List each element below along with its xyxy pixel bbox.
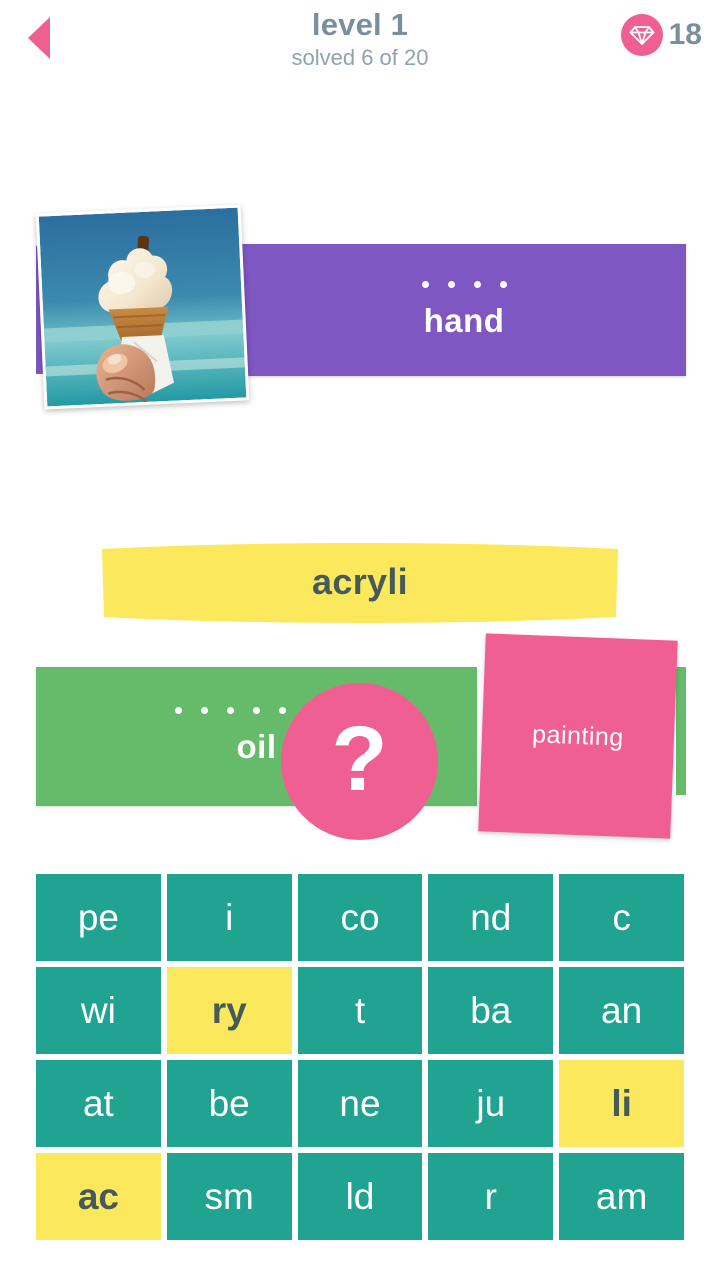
- syllable-tile[interactable]: ju: [428, 1060, 554, 1147]
- green-card-edge: [676, 667, 686, 795]
- syllable-tile[interactable]: ba: [428, 967, 554, 1054]
- header-title-block: level 1 solved 6 of 20: [0, 7, 720, 71]
- puzzle-row-hand: hand: [0, 100, 720, 410]
- dot: [447, 280, 455, 288]
- gem-icon: [620, 14, 663, 56]
- syllable-tile[interactable]: nd: [428, 874, 554, 961]
- syllable-tile[interactable]: an: [559, 967, 684, 1054]
- dot: [279, 707, 286, 714]
- syllable-tile[interactable]: pe: [36, 874, 161, 961]
- dot: [499, 280, 507, 288]
- page-title: level 1: [311, 7, 409, 42]
- puzzle-card-painting[interactable]: painting: [478, 633, 678, 839]
- syllable-tile[interactable]: ne: [297, 1060, 423, 1147]
- question-mark-icon: ?: [331, 707, 388, 810]
- clue-word-painting: painting: [531, 719, 625, 752]
- syllable-tile[interactable]: ry: [166, 967, 292, 1054]
- game-screen: level 1 solved 6 of 20 18 hand oil paint…: [0, 0, 720, 1280]
- syllable-tile[interactable]: am: [559, 1153, 684, 1240]
- syllable-tile[interactable]: t: [297, 967, 423, 1054]
- progress-label: solved 6 of 20: [291, 45, 429, 70]
- syllable-tile-grid: pe i co nd c wi ry t ba an at be ne ju li ac sm ld r am: [36, 874, 684, 1240]
- hint-button[interactable]: ?: [281, 683, 438, 840]
- gem-counter[interactable]: 18: [620, 14, 702, 56]
- syllable-tile[interactable]: be: [166, 1060, 292, 1147]
- syllable-tile[interactable]: wi: [36, 967, 161, 1054]
- gem-glyph: [629, 26, 655, 45]
- puzzle-row-oil: oil painting: [0, 315, 720, 839]
- syllable-tile[interactable]: ld: [297, 1153, 423, 1240]
- syllable-tile[interactable]: li: [559, 1060, 684, 1147]
- dot: [473, 280, 481, 288]
- dot: [253, 707, 260, 714]
- syllable-tile[interactable]: c: [559, 874, 684, 961]
- dot: [175, 707, 182, 714]
- answer-text-acryli: acryli: [312, 561, 408, 602]
- syllable-tile[interactable]: i: [166, 874, 292, 961]
- syllable-tile[interactable]: at: [36, 1060, 161, 1147]
- syllable-tile[interactable]: r: [428, 1153, 554, 1240]
- dot: [421, 280, 429, 288]
- answer-banner-acryli[interactable]: acryli: [100, 539, 620, 625]
- dot: [201, 707, 208, 714]
- syllable-tile[interactable]: ac: [36, 1153, 161, 1240]
- gem-count-label: 18: [668, 18, 702, 51]
- missing-letter-dots-hand: [242, 280, 686, 288]
- syllable-tile[interactable]: co: [297, 874, 423, 961]
- syllable-tile[interactable]: sm: [166, 1153, 292, 1240]
- header-bar: level 1 solved 6 of 20 18: [0, 0, 720, 90]
- dot: [227, 707, 234, 714]
